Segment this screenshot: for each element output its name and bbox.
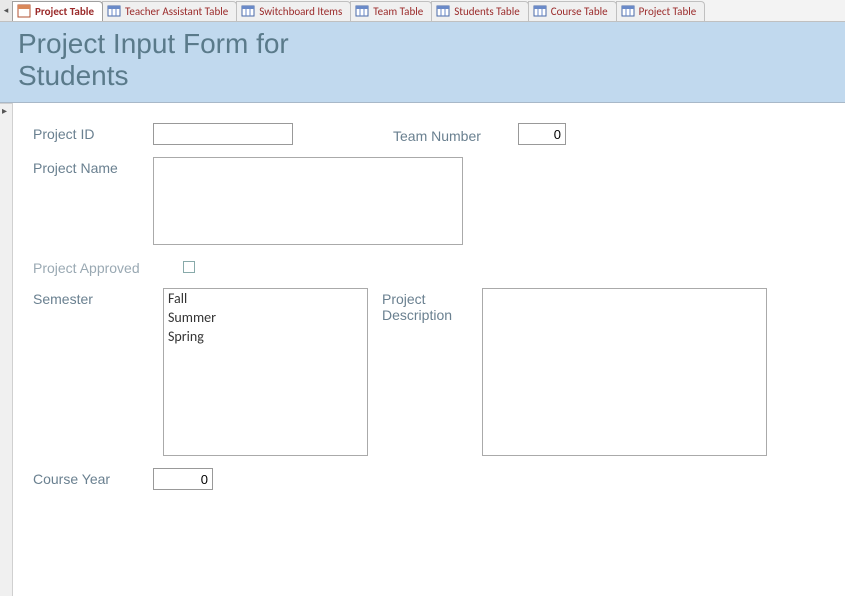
tab-team-table-3[interactable]: Team Table bbox=[350, 1, 432, 21]
form-icon bbox=[17, 4, 31, 18]
semester-label: Semester bbox=[33, 288, 149, 307]
tab-strip: ◂ Project Table Teacher Assistant Table Sw… bbox=[0, 0, 845, 22]
tab-project-table-6[interactable]: Project Table bbox=[616, 1, 706, 21]
tab-label: Project Table bbox=[35, 5, 94, 18]
tab-label: Project Table bbox=[639, 5, 697, 18]
project-description-label: Project Description bbox=[382, 288, 482, 323]
table-icon bbox=[355, 4, 369, 18]
tab-scroll-left[interactable]: ◂ bbox=[0, 0, 12, 22]
team-number-label: Team Number bbox=[393, 125, 518, 144]
team-number-input[interactable] bbox=[518, 123, 566, 145]
table-icon bbox=[621, 4, 635, 18]
project-name-label: Project Name bbox=[33, 157, 153, 176]
project-approved-checkbox[interactable] bbox=[183, 261, 195, 273]
tab-label: Students Table bbox=[454, 5, 519, 18]
tab-switchboard-items-2[interactable]: Switchboard Items bbox=[236, 1, 351, 21]
course-year-label: Course Year bbox=[33, 468, 153, 487]
tab-students-table-4[interactable]: Students Table bbox=[431, 1, 528, 21]
semester-option-fall[interactable]: Fall bbox=[164, 289, 367, 308]
form-body: Project ID Team Number Project Name Proj… bbox=[13, 103, 845, 596]
semester-option-summer[interactable]: Summer bbox=[164, 308, 367, 327]
tab-teacher-assistant-table-1[interactable]: Teacher Assistant Table bbox=[102, 1, 237, 21]
table-icon bbox=[533, 4, 547, 18]
record-selector[interactable] bbox=[0, 103, 13, 596]
project-approved-label: Project Approved bbox=[33, 257, 183, 276]
tab-project-table-0[interactable]: Project Table bbox=[12, 1, 103, 21]
tab-label: Teacher Assistant Table bbox=[125, 5, 228, 18]
form-header: Project Input Form for Students bbox=[0, 22, 845, 103]
table-icon bbox=[107, 4, 121, 18]
tab-label: Switchboard Items bbox=[259, 5, 342, 18]
semester-option-spring[interactable]: Spring bbox=[164, 327, 367, 346]
semester-listbox[interactable]: FallSummerSpring bbox=[163, 288, 368, 456]
form-title: Project Input Form for Students bbox=[18, 28, 318, 92]
course-year-input[interactable] bbox=[153, 468, 213, 490]
tab-label: Team Table bbox=[373, 5, 423, 18]
project-name-input[interactable] bbox=[153, 157, 463, 245]
table-icon bbox=[241, 4, 255, 18]
project-id-input[interactable] bbox=[153, 123, 293, 145]
project-id-label: Project ID bbox=[33, 123, 153, 142]
table-icon bbox=[436, 4, 450, 18]
project-description-input[interactable] bbox=[482, 288, 767, 456]
tab-label: Course Table bbox=[551, 5, 608, 18]
tab-course-table-5[interactable]: Course Table bbox=[528, 1, 617, 21]
